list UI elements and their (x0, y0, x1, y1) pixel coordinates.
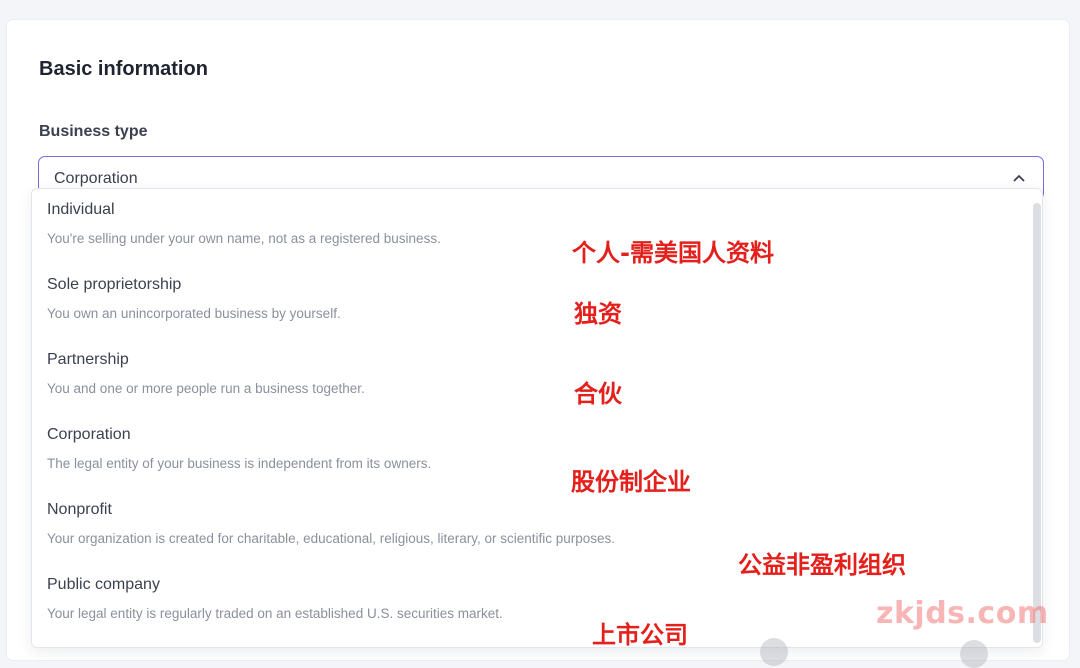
dropdown-scrollbar[interactable] (1028, 189, 1042, 647)
decorative-circle (960, 640, 988, 668)
decorative-circle (760, 638, 788, 666)
option-description: You and one or more people run a busines… (47, 381, 365, 396)
option-title: Corporation (47, 426, 131, 443)
chevron-up-icon[interactable] (1011, 170, 1027, 186)
option-title: Partnership (47, 351, 129, 368)
option-description: Your legal entity is regularly traded on… (47, 606, 503, 621)
option-description: The legal entity of your business is ind… (47, 456, 432, 471)
business-type-selected-value: Corporation (54, 170, 138, 187)
option-title: Nonprofit (47, 501, 112, 518)
section-title: Basic information (39, 58, 208, 80)
option-corporation[interactable]: Corporation The legal entity of your bus… (32, 414, 1022, 489)
annotation-nonprofit: 公益非盈利组织 (738, 551, 906, 579)
business-type-label: Business type (39, 123, 148, 140)
scrollbar-thumb[interactable] (1033, 203, 1041, 643)
option-title: Individual (47, 201, 115, 218)
option-individual[interactable]: Individual You're selling under your own… (32, 189, 1022, 264)
option-partnership[interactable]: Partnership You and one or more people r… (32, 339, 1022, 414)
option-description: You're selling under your own name, not … (47, 231, 441, 246)
option-description: You own an unincorporated business by yo… (47, 306, 341, 321)
option-description: Your organization is created for charita… (47, 531, 616, 546)
annotation-partnership: 合伙 (574, 380, 622, 408)
option-title: Public company (47, 576, 160, 593)
annotation-individual: 个人-需美国人资料 (572, 239, 774, 267)
option-title: Sole proprietorship (47, 276, 182, 293)
annotation-sole-proprietorship: 独资 (574, 300, 622, 328)
option-sole-proprietorship[interactable]: Sole proprietorship You own an unincorpo… (32, 264, 1022, 339)
annotation-corporation: 股份制企业 (571, 468, 691, 496)
watermark-text: zkjds.com (876, 596, 1049, 631)
annotation-public-company: 上市公司 (592, 621, 688, 649)
